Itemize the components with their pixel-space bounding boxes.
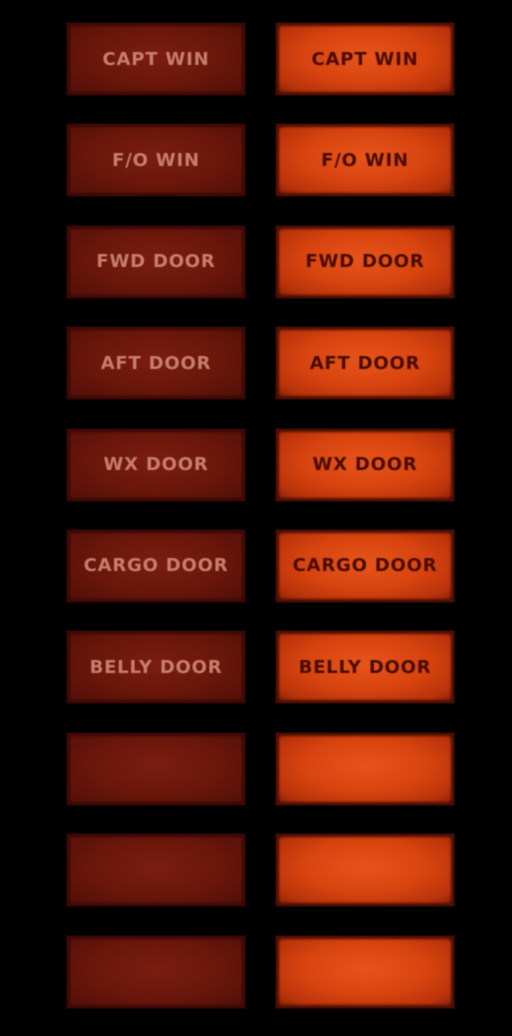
annunciator-fo-win-off[interactable]: F/O WIN	[66, 123, 246, 198]
annunciator-label: AFT DOOR	[100, 352, 212, 374]
annunciator-column-on: CAPT WIN F/O WIN FWD DOOR AFT DOOR WX DO…	[275, 22, 455, 1036]
annunciator-blank-2-off[interactable]	[66, 833, 246, 908]
annunciator-belly-door-on[interactable]: BELLY DOOR	[275, 630, 455, 705]
annunciator-label: AFT DOOR	[309, 352, 421, 374]
annunciator-blank-1-on[interactable]	[275, 731, 455, 806]
annunciator-blank-3-on[interactable]	[275, 934, 455, 1009]
annunciator-cargo-door-off[interactable]: CARGO DOOR	[66, 528, 246, 603]
annunciator-belly-door-off[interactable]: BELLY DOOR	[66, 630, 246, 705]
annunciator-label: CARGO DOOR	[83, 555, 229, 577]
annunciator-label: F/O WIN	[321, 149, 409, 171]
annunciator-blank-3-off[interactable]	[66, 934, 246, 1009]
annunciator-label: FWD DOOR	[305, 251, 425, 273]
annunciator-aft-door-on[interactable]: AFT DOOR	[275, 326, 455, 401]
annunciator-wx-door-off[interactable]: WX DOOR	[66, 427, 246, 502]
annunciator-label: CARGO DOOR	[292, 555, 438, 577]
annunciator-fwd-door-on[interactable]: FWD DOOR	[275, 224, 455, 299]
annunciator-label: WX DOOR	[312, 454, 418, 476]
annunciator-label: CAPT WIN	[102, 48, 210, 70]
annunciator-blank-1-off[interactable]	[66, 731, 246, 806]
annunciator-label: CAPT WIN	[311, 48, 419, 70]
annunciator-blank-2-on[interactable]	[275, 833, 455, 908]
annunciator-label: BELLY DOOR	[298, 656, 432, 678]
annunciator-label: F/O WIN	[112, 149, 200, 171]
annunciator-fo-win-on[interactable]: F/O WIN	[275, 123, 455, 198]
annunciator-column-off: CAPT WIN F/O WIN FWD DOOR AFT DOOR WX DO…	[66, 22, 246, 1036]
annunciator-fwd-door-off[interactable]: FWD DOOR	[66, 224, 246, 299]
annunciator-wx-door-on[interactable]: WX DOOR	[275, 427, 455, 502]
annunciator-cargo-door-on[interactable]: CARGO DOOR	[275, 528, 455, 603]
annunciator-aft-door-off[interactable]: AFT DOOR	[66, 326, 246, 401]
annunciator-capt-win-on[interactable]: CAPT WIN	[275, 22, 455, 96]
annunciator-panel: CAPT WIN F/O WIN FWD DOOR AFT DOOR WX DO…	[0, 0, 512, 1024]
annunciator-capt-win-off[interactable]: CAPT WIN	[66, 22, 246, 96]
annunciator-label: WX DOOR	[103, 454, 209, 476]
annunciator-label: FWD DOOR	[96, 251, 216, 273]
annunciator-label: BELLY DOOR	[89, 656, 223, 678]
